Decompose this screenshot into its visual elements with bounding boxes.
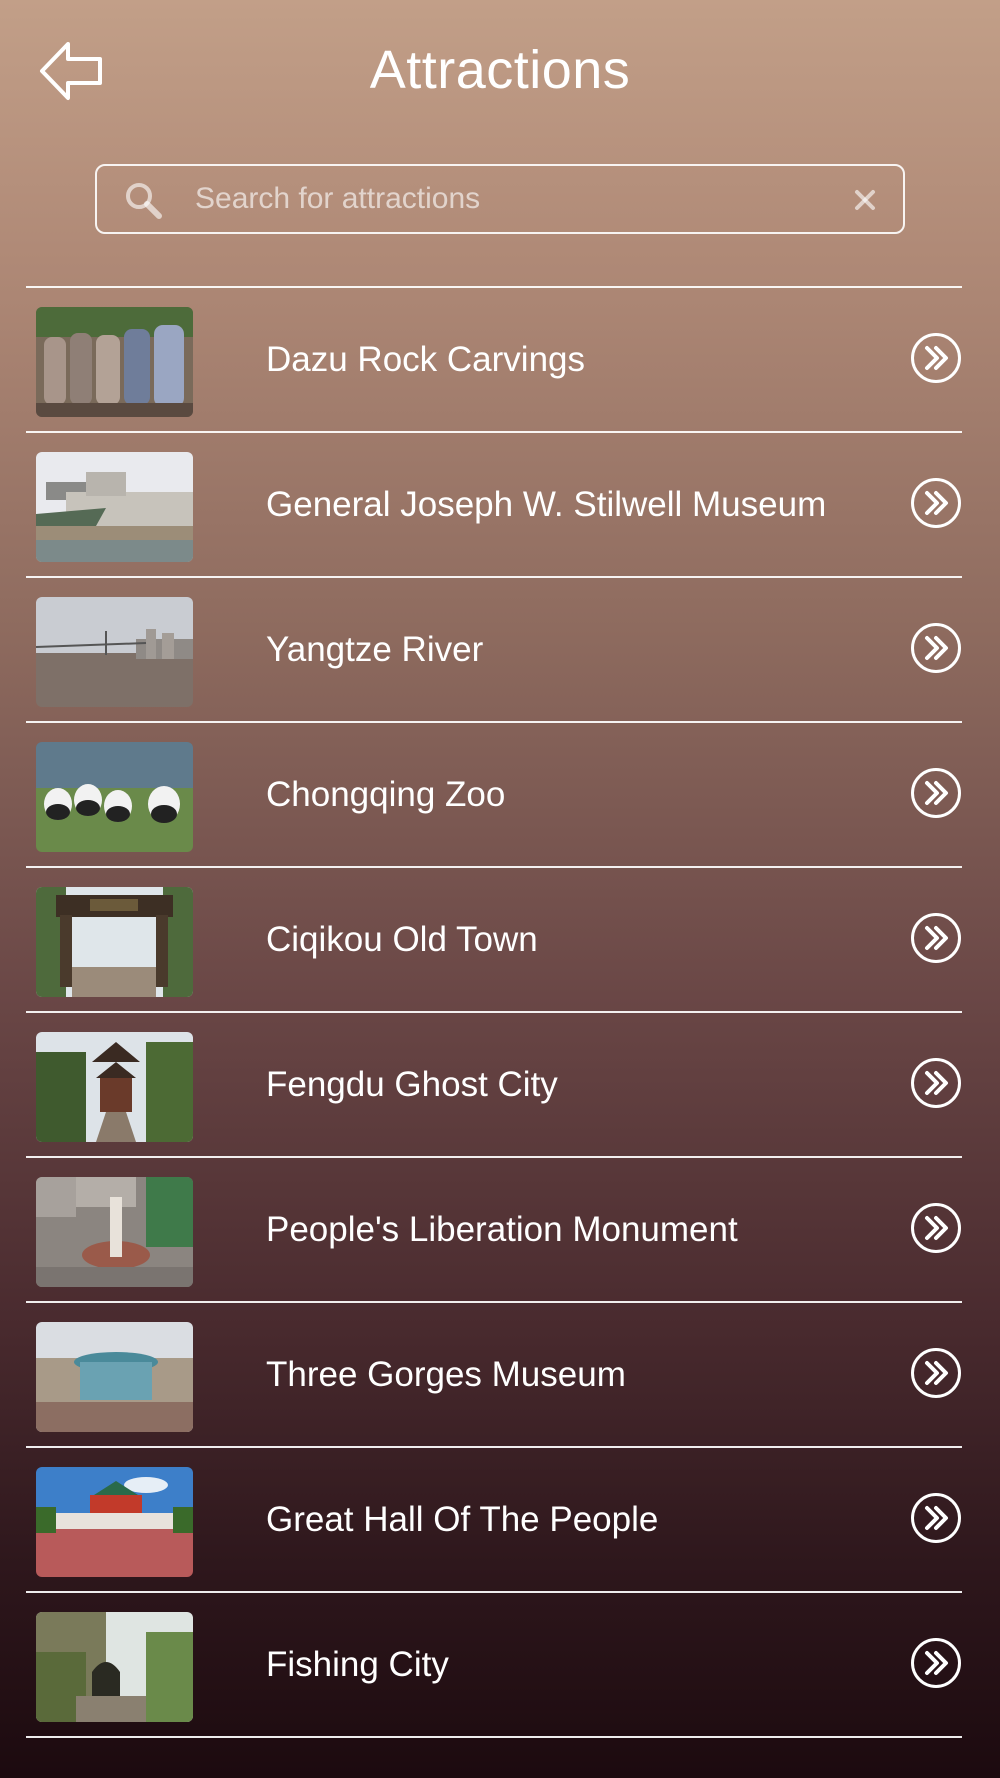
search-bar[interactable]	[95, 164, 905, 234]
list-item-liberation-monument[interactable]: People's Liberation Monument	[26, 1158, 962, 1301]
list-item-fishing-city[interactable]: Fishing City	[26, 1593, 962, 1736]
double-chevron-right-icon[interactable]	[910, 1492, 962, 1544]
chongqing-zoo-photo	[36, 742, 193, 852]
double-chevron-right-icon[interactable]	[910, 767, 962, 819]
attraction-name: Three Gorges Museum	[266, 1355, 626, 1394]
list-item-chongqing-zoo[interactable]: Chongqing Zoo	[26, 723, 962, 866]
dazu-rock-carvings-photo	[36, 307, 193, 417]
attraction-name: Fengdu Ghost City	[266, 1065, 558, 1104]
double-chevron-right-icon[interactable]	[910, 477, 962, 529]
liberation-monument-photo	[36, 1177, 193, 1287]
header-bar: Attractions	[0, 0, 1000, 140]
stilwell-museum-photo	[36, 452, 193, 562]
list-item-great-hall[interactable]: Great Hall Of The People	[26, 1448, 962, 1591]
list-item-dazu-rock-carvings[interactable]: Dazu Rock Carvings	[26, 288, 962, 431]
yangtze-river-photo	[36, 597, 193, 707]
three-gorges-museum-photo	[36, 1322, 193, 1432]
ciqikou-old-town-photo	[36, 887, 193, 997]
clear-icon[interactable]	[851, 186, 879, 214]
double-chevron-right-icon[interactable]	[910, 1637, 962, 1689]
list-item-ciqikou-old-town[interactable]: Ciqikou Old Town	[26, 868, 962, 1011]
list-item-fengdu-ghost-city[interactable]: Fengdu Ghost City	[26, 1013, 962, 1156]
double-chevron-right-icon[interactable]	[910, 1347, 962, 1399]
great-hall-photo	[36, 1467, 193, 1577]
attraction-name: Great Hall Of The People	[266, 1500, 659, 1539]
page-title: Attractions	[369, 40, 631, 100]
divider	[26, 1736, 962, 1738]
attraction-name: General Joseph W. Stilwell Museum	[266, 485, 827, 524]
attraction-name: Fishing City	[266, 1645, 449, 1684]
attraction-name: People's Liberation Monument	[266, 1210, 738, 1249]
attraction-name: Chongqing Zoo	[266, 775, 506, 814]
fengdu-ghost-city-photo	[36, 1032, 193, 1142]
fishing-city-photo	[36, 1612, 193, 1722]
attraction-name: Ciqikou Old Town	[266, 920, 538, 959]
double-chevron-right-icon[interactable]	[910, 622, 962, 674]
list-item-three-gorges-museum[interactable]: Three Gorges Museum	[26, 1303, 962, 1446]
attraction-name: Yangtze River	[266, 630, 484, 669]
double-chevron-right-icon[interactable]	[910, 912, 962, 964]
double-chevron-right-icon[interactable]	[910, 1057, 962, 1109]
attraction-name: Dazu Rock Carvings	[266, 340, 585, 379]
attractions-list: Dazu Rock Carvings General Joseph W. Sti…	[26, 286, 962, 1738]
search-icon	[123, 180, 163, 220]
list-item-stilwell-museum[interactable]: General Joseph W. Stilwell Museum	[26, 433, 962, 576]
search-input[interactable]	[195, 174, 815, 224]
double-chevron-right-icon[interactable]	[910, 332, 962, 384]
double-chevron-right-icon[interactable]	[910, 1202, 962, 1254]
list-item-yangtze-river[interactable]: Yangtze River	[26, 578, 962, 721]
